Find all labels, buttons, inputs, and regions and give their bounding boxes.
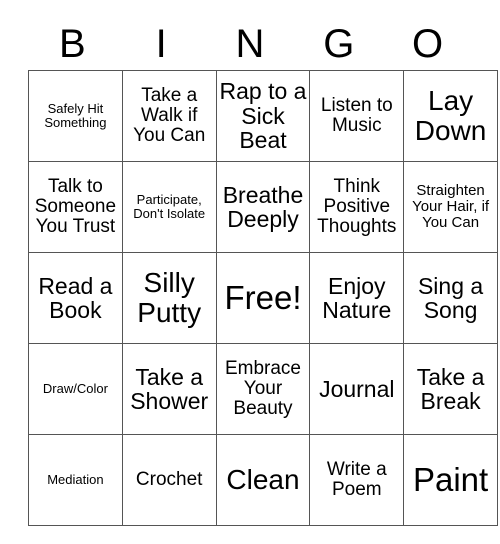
bingo-header-letter-b: B	[59, 22, 86, 66]
bingo-cell[interactable]: Talk to Someone You Trust	[28, 161, 123, 253]
bingo-cell[interactable]: Participate, Don't Isolate	[121, 161, 217, 253]
bingo-cell[interactable]: Draw/Color	[28, 343, 123, 435]
bingo-cell-free[interactable]: Free!	[215, 252, 311, 344]
bingo-row: Draw/Color Take a Shower Embrace Your Be…	[28, 343, 498, 435]
bingo-cell[interactable]: Rap to a Sick Beat	[215, 70, 311, 162]
bingo-cell[interactable]: Write a Poem	[309, 434, 405, 526]
bingo-cell[interactable]: Think Positive Thoughts	[309, 161, 405, 253]
bingo-row: Read a Book Silly Putty Free! Enjoy Natu…	[28, 252, 498, 344]
bingo-cell[interactable]: Clean	[215, 434, 311, 526]
bingo-cell[interactable]: Paint	[403, 434, 498, 526]
bingo-card: B I N G O Safely Hit Something Take a Wa…	[28, 18, 498, 526]
bingo-cell[interactable]: Sing a Song	[403, 252, 498, 344]
bingo-cell[interactable]: Listen to Music	[309, 70, 405, 162]
bingo-cell[interactable]: Breathe Deeply	[215, 161, 311, 253]
bingo-header-row: B I N G O	[28, 18, 472, 70]
bingo-row: Safely Hit Something Take a Walk if You …	[28, 70, 498, 162]
bingo-cell[interactable]: Lay Down	[403, 70, 498, 162]
bingo-header-letter-o: O	[412, 22, 444, 66]
bingo-cell[interactable]: Read a Book	[28, 252, 123, 344]
bingo-cell[interactable]: Embrace Your Beauty	[215, 343, 311, 435]
bingo-header-letter-g: G	[323, 22, 355, 66]
bingo-header-letter-n: N	[235, 22, 265, 66]
bingo-cell[interactable]: Straighten Your Hair, if You Can	[403, 161, 498, 253]
bingo-cell[interactable]: Mediation	[28, 434, 123, 526]
bingo-header-letter-i: I	[155, 22, 167, 66]
bingo-row: Mediation Crochet Clean Write a Poem Pai…	[28, 434, 498, 526]
bingo-cell[interactable]: Take a Shower	[121, 343, 217, 435]
bingo-cell[interactable]: Enjoy Nature	[309, 252, 405, 344]
bingo-row: Talk to Someone You Trust Participate, D…	[28, 161, 498, 253]
bingo-cell[interactable]: Journal	[309, 343, 405, 435]
bingo-cell[interactable]: Safely Hit Something	[28, 70, 123, 162]
bingo-cell[interactable]: Take a Walk if You Can	[121, 70, 217, 162]
bingo-cell[interactable]: Take a Break	[403, 343, 498, 435]
bingo-grid: Safely Hit Something Take a Walk if You …	[28, 70, 498, 526]
bingo-cell[interactable]: Silly Putty	[121, 252, 217, 344]
bingo-cell[interactable]: Crochet	[121, 434, 217, 526]
